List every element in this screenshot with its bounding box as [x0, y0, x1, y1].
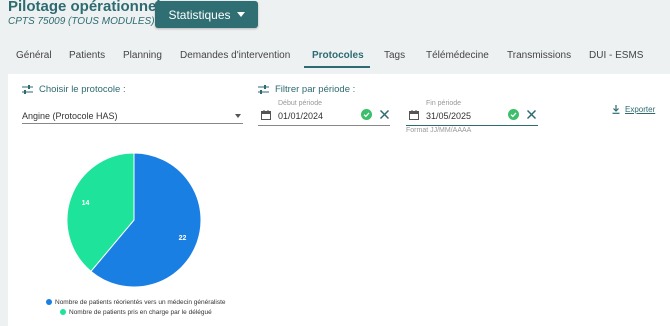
- page-title: Pilotage opérationnel: [8, 0, 161, 15]
- tab-bar: Général Patients Planning Demandes d'int…: [0, 44, 670, 68]
- sliders-icon: [22, 85, 33, 94]
- tab-tags[interactable]: Tags: [384, 50, 405, 61]
- period-filter-text: Filtrer par période :: [275, 84, 356, 95]
- legend-swatch-delegue: [60, 309, 66, 315]
- pie-data-label-1: 14: [82, 200, 90, 207]
- chart-legend: Nombre de patients réorientés vers un mé…: [46, 297, 226, 317]
- tab-protocoles[interactable]: Protocoles: [312, 50, 364, 61]
- pie-data-label-0: 22: [179, 235, 187, 242]
- tab-planning[interactable]: Planning: [123, 50, 162, 61]
- check-circle-icon: [361, 109, 372, 120]
- chevron-down-icon: [235, 113, 241, 118]
- legend-swatch-reorientes: [46, 299, 52, 305]
- calendar-icon[interactable]: [409, 110, 419, 120]
- caret-down-icon: [236, 12, 245, 17]
- page-subtitle: CPTS 75009 (TOUS MODULES): [8, 16, 155, 27]
- legend-item[interactable]: Nombre de patients pris en charge par le…: [46, 307, 226, 317]
- start-date-label: Début période: [278, 100, 322, 107]
- download-icon: [612, 105, 620, 114]
- clear-icon[interactable]: [526, 109, 537, 120]
- clear-icon[interactable]: [379, 109, 390, 120]
- end-date-field[interactable]: Fin période 31/05/2025: [406, 100, 538, 126]
- tab-patients[interactable]: Patients: [69, 50, 105, 61]
- end-date-input[interactable]: 31/05/2025: [426, 111, 471, 121]
- start-date-input[interactable]: 01/01/2024: [278, 111, 323, 121]
- tab-general[interactable]: Général: [16, 50, 52, 61]
- header: Pilotage opérationnel CPTS 75009 (TOUS M…: [0, 0, 670, 40]
- tab-transmissions[interactable]: Transmissions: [507, 50, 571, 61]
- calendar-icon[interactable]: [261, 110, 271, 120]
- protocol-filter-label: Choisir le protocole :: [22, 84, 126, 95]
- export-label: Exporter: [625, 105, 656, 114]
- active-tab-indicator: [304, 66, 370, 68]
- check-circle-icon: [508, 109, 519, 120]
- date-format-hint: Format JJ/MM/AAAA: [406, 127, 472, 134]
- protocol-stats-panel: Choisir le protocole : Angine (Protocole…: [8, 74, 670, 326]
- protocol-select[interactable]: Angine (Protocole HAS): [22, 108, 243, 124]
- end-date-label: Fin période: [426, 100, 462, 107]
- protocol-select-value: Angine (Protocole HAS): [22, 110, 118, 121]
- statistiques-button-label: Statistiques: [168, 7, 231, 22]
- export-link[interactable]: Exporter: [612, 105, 655, 114]
- legend-item[interactable]: Nombre de patients réorientés vers un mé…: [46, 297, 226, 307]
- legend-label-reorientes: Nombre de patients réorientés vers un mé…: [55, 298, 226, 306]
- legend-label-delegue: Nombre de patients pris en charge par le…: [69, 308, 212, 316]
- statistiques-dropdown-button[interactable]: Statistiques: [155, 1, 258, 28]
- tab-dui-esms[interactable]: DUI - ESMS: [589, 50, 643, 61]
- period-filter-label: Filtrer par période :: [258, 84, 355, 95]
- sliders-icon: [258, 85, 269, 94]
- tab-demandes-intervention[interactable]: Demandes d'intervention: [180, 50, 290, 61]
- protocol-filter-text: Choisir le protocole :: [39, 84, 126, 95]
- pie-chart: 22 14: [66, 152, 202, 288]
- start-date-field[interactable]: Début période 01/01/2024: [258, 100, 390, 126]
- tab-telemedecine[interactable]: Télémédecine: [426, 50, 489, 61]
